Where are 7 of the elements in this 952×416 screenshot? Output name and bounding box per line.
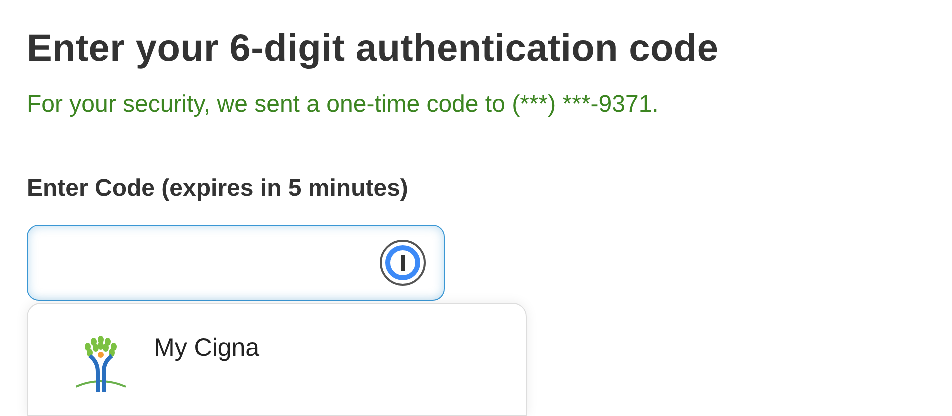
password-manager-icon[interactable] [380, 240, 426, 286]
page-heading: Enter your 6-digit authentication code [27, 28, 720, 71]
field-label: Enter Code (expires in 5 minutes) [27, 175, 410, 203]
security-message: For your security, we sent a one-time code to (***) ***-9371. [27, 91, 660, 119]
autofill-suggestion[interactable]: My Cigna [27, 302, 527, 416]
suggestion-title: My Cigna [154, 334, 260, 363]
code-input-field[interactable] [27, 225, 445, 301]
